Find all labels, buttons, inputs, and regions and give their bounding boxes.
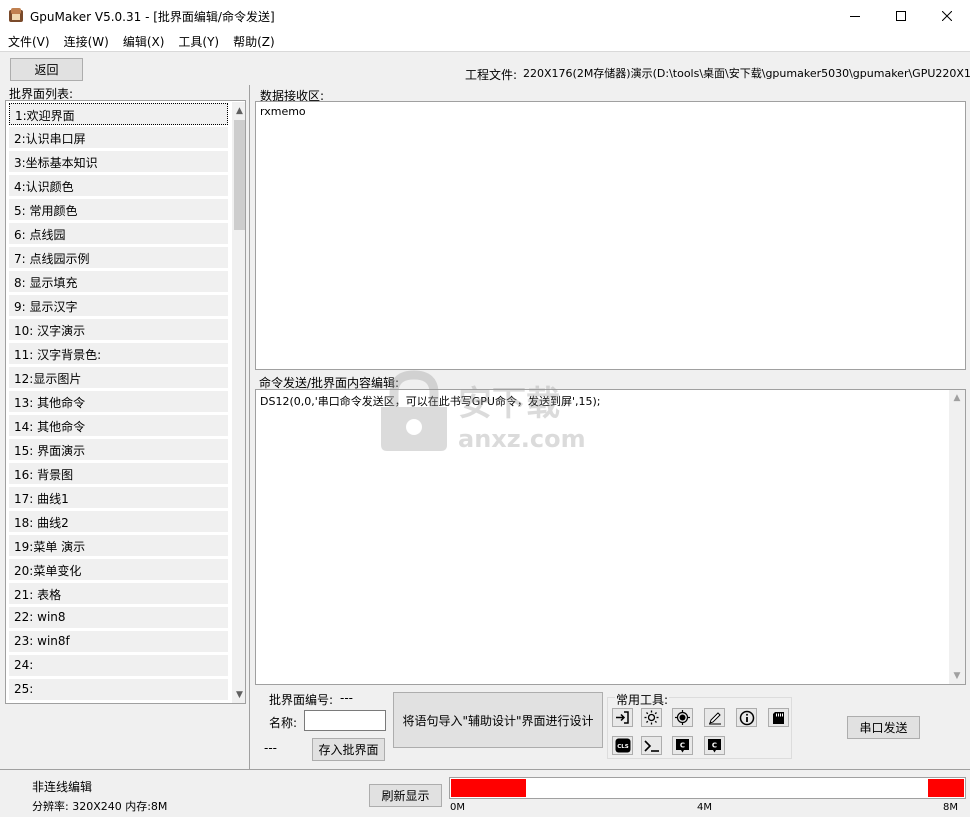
list-item[interactable]: 13: 其他命令 bbox=[9, 391, 228, 413]
receive-content: rxmemo bbox=[260, 105, 306, 118]
command-editor-scrollbar[interactable]: ▲ ▼ bbox=[949, 390, 965, 684]
panel-divider[interactable] bbox=[249, 85, 250, 769]
menu-file[interactable]: 文件(V) bbox=[0, 31, 57, 51]
svg-text:C: C bbox=[680, 742, 685, 750]
list-item[interactable]: 23: win8f bbox=[9, 631, 228, 653]
list-item[interactable]: 24: bbox=[9, 655, 228, 677]
tools-label: 常用工具: bbox=[615, 691, 670, 708]
list-item[interactable]: 7: 点线园示例 bbox=[9, 247, 228, 269]
list-item[interactable]: 20:菜单变化 bbox=[9, 559, 228, 581]
svg-text:CLS: CLS bbox=[617, 744, 629, 750]
info-icon[interactable] bbox=[736, 708, 757, 727]
app-icon bbox=[8, 7, 24, 23]
maximize-button[interactable] bbox=[878, 0, 924, 31]
memory-used-fill bbox=[451, 779, 526, 797]
resolution-status: 分辨率: 320X240 内存:8M bbox=[32, 800, 168, 813]
receive-area[interactable]: rxmemo bbox=[255, 101, 966, 370]
menu-tools[interactable]: 工具(Y) bbox=[171, 31, 226, 51]
menu-bar: 文件(V) 连接(W) 编辑(X) 工具(Y) 帮助(Z) bbox=[0, 31, 970, 51]
list-item[interactable]: 8: 显示填充 bbox=[9, 271, 228, 293]
list-item[interactable]: 17: 曲线1 bbox=[9, 487, 228, 509]
list-item[interactable]: 22: win8 bbox=[9, 607, 228, 629]
serial-send-button[interactable]: 串口发送 bbox=[847, 716, 920, 739]
status-dash: --- bbox=[264, 741, 277, 755]
page-list[interactable]: 1:欢迎界面 2:认识串口屏 3:坐标基本知识 4:认识颜色 5: 常用颜色 6: 点线园… bbox=[5, 100, 246, 704]
brightness-icon[interactable] bbox=[641, 708, 662, 727]
scroll-up-icon[interactable]: ▲ bbox=[949, 390, 965, 406]
menu-help[interactable]: 帮助(Z) bbox=[226, 31, 282, 51]
list-item[interactable]: 19:菜单 演示 bbox=[9, 535, 228, 557]
memory-bar bbox=[449, 777, 966, 799]
project-file-label: 工程文件: bbox=[465, 68, 518, 82]
page-number-label: 批界面编号: bbox=[269, 693, 334, 707]
memory-end-fill bbox=[928, 779, 964, 797]
list-item[interactable]: 3:坐标基本知识 bbox=[9, 151, 228, 173]
watermark-line1: 安下载 bbox=[458, 384, 560, 424]
close-button[interactable] bbox=[924, 0, 970, 31]
page-list-scrollbar[interactable]: ▲ ▼ bbox=[232, 102, 245, 703]
list-item[interactable]: 11: 汉字背景色: bbox=[9, 343, 228, 365]
list-item[interactable]: 1:欢迎界面 bbox=[9, 103, 228, 125]
status-bar: 非连线编辑 分辨率: 320X240 内存:8M 刷新显示 0M 4M 8M bbox=[0, 769, 970, 817]
list-item[interactable]: 6: 点线园 bbox=[9, 223, 228, 245]
import-icon[interactable] bbox=[612, 708, 633, 727]
name-label: 名称: bbox=[269, 716, 298, 730]
menu-edit[interactable]: 编辑(X) bbox=[116, 31, 172, 51]
scroll-up-icon[interactable]: ▲ bbox=[232, 102, 245, 119]
terminal-icon[interactable] bbox=[641, 736, 662, 755]
chip-c2-icon[interactable]: C bbox=[704, 736, 725, 755]
list-item[interactable]: 18: 曲线2 bbox=[9, 511, 228, 533]
back-button[interactable]: 返回 bbox=[10, 58, 83, 81]
list-item[interactable]: 25: bbox=[9, 679, 228, 701]
list-item[interactable]: 15: 界面演示 bbox=[9, 439, 228, 461]
list-item[interactable]: 9: 显示汉字 bbox=[9, 295, 228, 317]
window-title: GpuMaker V5.0.31 - [批界面编辑/命令发送] bbox=[30, 10, 275, 24]
list-item[interactable]: 16: 背景图 bbox=[9, 463, 228, 485]
toolbar: 返回 工程文件: 220X176(2M存储器)演示(D:\tools\桌面\安下… bbox=[0, 51, 970, 84]
minimize-button[interactable] bbox=[832, 0, 878, 31]
scroll-down-icon[interactable]: ▼ bbox=[232, 686, 245, 703]
list-item[interactable]: 4:认识颜色 bbox=[9, 175, 228, 197]
sd-card-icon[interactable] bbox=[768, 708, 789, 727]
import-to-designer-button[interactable]: 将语句导入"辅助设计"界面进行设计 bbox=[393, 692, 603, 748]
pen-icon[interactable] bbox=[704, 708, 725, 727]
command-editor[interactable]: DS12(0,0,'串口命令发送区，可以在此书写GPU命令，发送到屏',15);… bbox=[255, 389, 966, 685]
memory-tick-4: 4M bbox=[697, 802, 712, 813]
list-item[interactable]: 5: 常用颜色 bbox=[9, 199, 228, 221]
cls-icon[interactable]: CLS bbox=[612, 736, 633, 755]
scroll-down-icon[interactable]: ▼ bbox=[949, 668, 965, 684]
project-file-path: 220X176(2M存储器)演示(D:\tools\桌面\安下载\gpumake… bbox=[523, 67, 970, 80]
list-item[interactable]: 2:认识串口屏 bbox=[9, 127, 228, 149]
save-page-button[interactable]: 存入批界面 bbox=[312, 738, 385, 761]
page-number-value: --- bbox=[340, 691, 353, 705]
scroll-thumb[interactable] bbox=[234, 120, 245, 230]
target-icon[interactable] bbox=[672, 708, 693, 727]
list-item[interactable]: 14: 其他命令 bbox=[9, 415, 228, 437]
list-item[interactable]: 12:显示图片 bbox=[9, 367, 228, 389]
watermark-line2: anxz.com bbox=[458, 425, 586, 453]
watermark: 安下载 anxz.com bbox=[376, 367, 596, 457]
menu-connect[interactable]: 连接(W) bbox=[57, 31, 116, 51]
chip-c-icon[interactable]: C bbox=[672, 736, 693, 755]
mode-status: 非连线编辑 bbox=[32, 780, 93, 794]
title-bar: GpuMaker V5.0.31 - [批界面编辑/命令发送] bbox=[0, 0, 970, 31]
list-item[interactable]: 21: 表格 bbox=[9, 583, 228, 605]
memory-tick-0: 0M bbox=[450, 802, 465, 813]
svg-text:C: C bbox=[712, 742, 717, 750]
memory-tick-8: 8M bbox=[943, 802, 958, 813]
refresh-display-button[interactable]: 刷新显示 bbox=[369, 784, 442, 807]
list-item[interactable]: 10: 汉字演示 bbox=[9, 319, 228, 341]
name-input[interactable] bbox=[304, 710, 386, 731]
